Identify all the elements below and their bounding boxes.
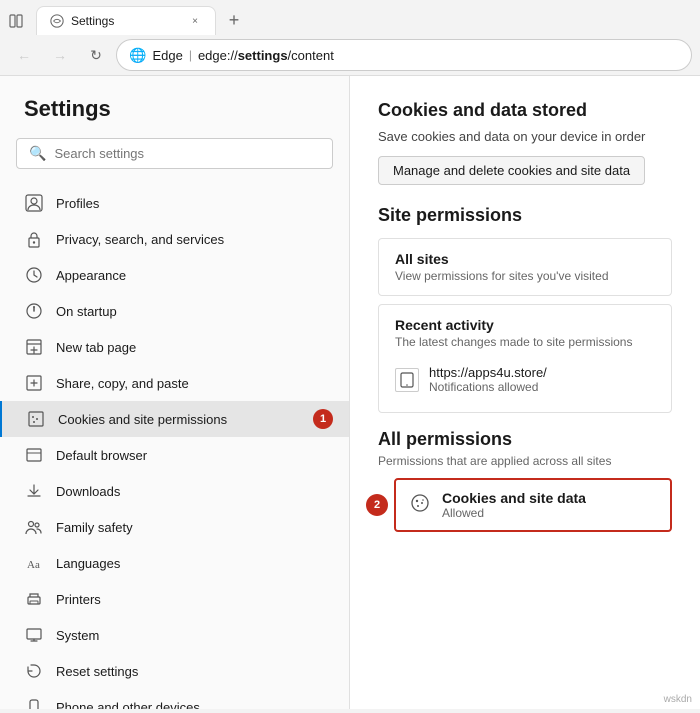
new-tab-btn[interactable]: + bbox=[220, 7, 248, 35]
cookies-badge: 1 bbox=[313, 409, 333, 429]
share-label: Share, copy, and paste bbox=[56, 376, 189, 391]
recent-activity-desc: The latest changes made to site permissi… bbox=[395, 335, 655, 349]
back-btn[interactable]: ← bbox=[8, 39, 40, 71]
manage-cookies-btn[interactable]: Manage and delete cookies and site data bbox=[378, 156, 645, 185]
startup-label: On startup bbox=[56, 304, 117, 319]
phone-icon bbox=[24, 697, 44, 709]
site-list-item[interactable]: https://apps4u.store/ Notifications allo… bbox=[395, 359, 655, 400]
languages-icon: Aa bbox=[24, 553, 44, 573]
cookie-icon bbox=[410, 493, 430, 518]
window-controls bbox=[8, 13, 24, 29]
sidebar-item-share[interactable]: Share, copy, and paste bbox=[0, 365, 349, 401]
reset-icon bbox=[24, 661, 44, 681]
newtab-icon bbox=[24, 337, 44, 357]
cookie-item-badge: 2 bbox=[366, 494, 388, 516]
sidebar-toggle-btn[interactable] bbox=[8, 13, 24, 29]
share-icon bbox=[24, 373, 44, 393]
sidebar-item-privacy[interactable]: Privacy, search, and services bbox=[0, 221, 349, 257]
reset-label: Reset settings bbox=[56, 664, 138, 679]
cookie-info: Cookies and site data Allowed bbox=[442, 490, 586, 520]
site-status: Notifications allowed bbox=[429, 380, 547, 394]
address-app-name: Edge bbox=[152, 48, 182, 63]
cookie-item-wrapper: 2 Cookies and site data Allowed bbox=[378, 478, 672, 532]
profiles-icon bbox=[24, 193, 44, 213]
refresh-btn[interactable]: ↻ bbox=[80, 39, 112, 71]
site-permissions-title: Site permissions bbox=[378, 205, 672, 226]
phone-label: Phone and other devices bbox=[56, 700, 200, 710]
downloads-icon bbox=[24, 481, 44, 501]
svg-text:Aa: Aa bbox=[27, 559, 40, 571]
watermark: wskdn bbox=[664, 694, 692, 705]
sidebar-item-family[interactable]: Family safety bbox=[0, 509, 349, 545]
all-permissions-section: All permissions Permissions that are app… bbox=[378, 429, 672, 532]
default-label: Default browser bbox=[56, 448, 147, 463]
all-permissions-desc: Permissions that are applied across all … bbox=[378, 454, 672, 468]
downloads-label: Downloads bbox=[56, 484, 120, 499]
system-label: System bbox=[56, 628, 99, 643]
nav-bar: ← → ↻ 🌐 Edge | edge://settings/content bbox=[0, 35, 700, 75]
printers-label: Printers bbox=[56, 592, 101, 607]
tab-title: Settings bbox=[71, 14, 181, 28]
cookie-status: Allowed bbox=[442, 506, 586, 520]
cookies-section-desc: Save cookies and data on your device in … bbox=[378, 129, 672, 144]
cookies-and-data-item[interactable]: Cookies and site data Allowed bbox=[394, 478, 672, 532]
address-favicon-icon: 🌐 bbox=[129, 47, 146, 64]
active-tab[interactable]: Settings × bbox=[36, 6, 216, 35]
appearance-label: Appearance bbox=[56, 268, 126, 283]
default-icon bbox=[24, 445, 44, 465]
family-label: Family safety bbox=[56, 520, 133, 535]
all-sites-desc: View permissions for sites you've visite… bbox=[395, 269, 655, 283]
sidebar-item-system[interactable]: System bbox=[0, 617, 349, 653]
cookies-section-title: Cookies and data stored bbox=[378, 100, 672, 121]
site-device-icon bbox=[395, 368, 419, 392]
cookies-nav-icon bbox=[26, 409, 46, 429]
sidebar-item-profiles[interactable]: Profiles bbox=[0, 185, 349, 221]
site-info: https://apps4u.store/ Notifications allo… bbox=[429, 365, 547, 394]
sidebar-item-newtab[interactable]: New tab page bbox=[0, 329, 349, 365]
sidebar-item-printers[interactable]: Printers bbox=[0, 581, 349, 617]
newtab-label: New tab page bbox=[56, 340, 136, 355]
site-url: https://apps4u.store/ bbox=[429, 365, 547, 380]
privacy-icon bbox=[24, 229, 44, 249]
sidebar-item-phone[interactable]: Phone and other devices bbox=[0, 689, 349, 709]
main-content: Settings 🔍 Profiles Privacy, search, and… bbox=[0, 76, 700, 709]
sidebar-item-cookies[interactable]: Cookies and site permissions 1 bbox=[0, 401, 349, 437]
recent-activity-item: Recent activity The latest changes made … bbox=[378, 304, 672, 413]
address-separator: | bbox=[189, 48, 192, 62]
browser-chrome: Settings × + ← → ↻ 🌐 Edge | edge://setti… bbox=[0, 0, 700, 76]
search-box[interactable]: 🔍 bbox=[16, 138, 333, 169]
right-panel: Cookies and data stored Save cookies and… bbox=[350, 76, 700, 709]
appearance-icon bbox=[24, 265, 44, 285]
family-icon bbox=[24, 517, 44, 537]
sidebar-item-startup[interactable]: On startup bbox=[0, 293, 349, 329]
tab-favicon bbox=[49, 13, 65, 29]
privacy-label: Privacy, search, and services bbox=[56, 232, 224, 247]
tab-close-btn[interactable]: × bbox=[187, 13, 203, 29]
sidebar-item-languages[interactable]: Aa Languages bbox=[0, 545, 349, 581]
search-input[interactable] bbox=[54, 146, 320, 161]
languages-label: Languages bbox=[56, 556, 120, 571]
printers-icon bbox=[24, 589, 44, 609]
sidebar-item-appearance[interactable]: Appearance bbox=[0, 257, 349, 293]
sidebar-item-downloads[interactable]: Downloads bbox=[0, 473, 349, 509]
sidebar-item-reset[interactable]: Reset settings bbox=[0, 653, 349, 689]
cookies-nav-label: Cookies and site permissions bbox=[58, 412, 227, 427]
sidebar-item-default[interactable]: Default browser bbox=[0, 437, 349, 473]
system-icon bbox=[24, 625, 44, 645]
profiles-label: Profiles bbox=[56, 196, 99, 211]
recent-activity-title: Recent activity bbox=[395, 317, 655, 333]
all-sites-item[interactable]: All sites View permissions for sites you… bbox=[378, 238, 672, 296]
search-icon: 🔍 bbox=[29, 145, 46, 162]
tab-bar: Settings × + bbox=[0, 0, 700, 35]
sidebar-title: Settings bbox=[0, 96, 349, 138]
forward-btn[interactable]: → bbox=[44, 39, 76, 71]
address-bar[interactable]: 🌐 Edge | edge://settings/content bbox=[116, 39, 692, 71]
cookie-title: Cookies and site data bbox=[442, 490, 586, 506]
all-sites-title: All sites bbox=[395, 251, 655, 267]
all-permissions-title: All permissions bbox=[378, 429, 672, 450]
address-url: edge://settings/content bbox=[198, 48, 334, 63]
startup-icon bbox=[24, 301, 44, 321]
sidebar: Settings 🔍 Profiles Privacy, search, and… bbox=[0, 76, 350, 709]
